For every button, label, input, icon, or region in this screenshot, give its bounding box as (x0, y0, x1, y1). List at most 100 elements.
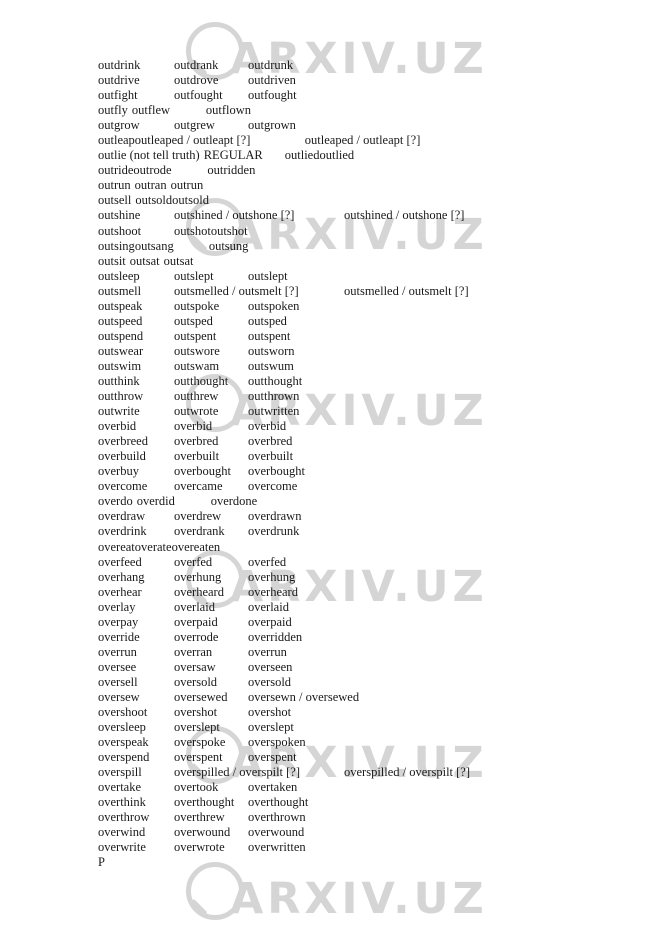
verb-past: overtook (174, 780, 219, 795)
verb-base: overlay (98, 599, 136, 614)
verb-participle: outsped (248, 313, 287, 328)
page-root: { "document": { "type": "scanned-text-pa… (0, 0, 661, 935)
verb-past: overbuilt (174, 449, 220, 464)
verb-past: overhung (174, 569, 222, 584)
magnifier-icon (182, 862, 256, 936)
verb-row: overhear overheard overheard (98, 585, 638, 600)
verb-participle: outthrown (248, 389, 300, 404)
verb-past: outdrove (174, 73, 219, 88)
verb-row: outspeak outspoke outspoken (98, 299, 638, 314)
verb-participle: outlied (284, 148, 320, 163)
verb-base: outswear (98, 343, 144, 358)
verb-participle: oversold (248, 674, 292, 689)
verb-participle: overspoken (248, 735, 306, 750)
verb-row: outshoot outshotoutshot (98, 224, 638, 239)
verb-past: REGULAR (203, 148, 263, 163)
verb-past: outsmelled / outsmelt [?] (174, 283, 299, 298)
verb-participle: overwritten (248, 840, 306, 855)
verb-past: overran (174, 644, 213, 659)
verb-base: overspill (98, 765, 142, 780)
verb-past: outdrank (174, 58, 219, 72)
verb-row: overbreed overbred overbred (98, 434, 638, 449)
verb-row: outspeed outsped outsped (98, 314, 638, 329)
verb-row: outswim outswam outswum (98, 359, 638, 374)
verb-past: outwrote (174, 404, 219, 419)
verb-past: outsped (174, 313, 213, 328)
verb-base: outlie (not tell truth) (98, 148, 200, 163)
verb-past: overfed (174, 554, 213, 569)
verb-table: outdrink outdrank outdrunk outdrive outdrove… (98, 58, 638, 871)
verb-row: overspill overspilled / overspilt [?] over… (98, 765, 638, 780)
verb-participle: outswum (248, 358, 294, 373)
verb-base: overeat (98, 539, 135, 554)
section-letter: P (98, 855, 105, 870)
verb-base: overdo (98, 494, 133, 509)
verb-base: outsmell (98, 283, 142, 298)
verb-row: overthrow overthrew overthrown (98, 810, 638, 825)
verb-participle: overhung (248, 569, 296, 584)
verb-past: overwrote (174, 840, 225, 855)
verb-participle: outwritten (248, 404, 300, 419)
verb-row: outlie (not tell truth) REGULAR outliedout… (98, 148, 638, 163)
verb-row: override overrode overridden (98, 630, 638, 645)
verb-participle: overlaid (248, 599, 289, 614)
verb-past: overpaid (174, 614, 218, 629)
verb-past: overdrank (174, 524, 225, 539)
verb-row: overlay overlaid overlaid (98, 600, 638, 615)
verb-row: overspend overspent overspent (98, 750, 638, 765)
verb-participle: overdrunk (248, 524, 300, 539)
verb-participle: overthrown (248, 810, 306, 825)
verb-participle: outshined / outshone [?] (344, 208, 465, 223)
verb-base: oversew (98, 689, 140, 704)
verb-base: overcome (98, 479, 148, 494)
verb-past: oversaw (174, 659, 216, 674)
verb-participle: overspilled / overspilt [?] (344, 765, 471, 780)
verb-row: oversew oversewed oversewn / oversewed (98, 690, 638, 705)
verb-participle: overthought (248, 795, 309, 810)
verb-base: overhear (98, 584, 142, 599)
verb-participle: outflown (205, 103, 251, 118)
verb-base: overdrink (98, 524, 147, 539)
verb-participle: outsold (172, 193, 209, 208)
verb-participle: outspent (248, 328, 291, 343)
verb-base: outfly (98, 103, 128, 118)
verb-past: outleaped / outleapt [?] (134, 133, 251, 148)
verb-row: overdrink overdrank overdrunk (98, 524, 638, 539)
verb-row: overbid overbid overbid (98, 419, 638, 434)
verb-past: outshot (174, 223, 211, 238)
verb-row: overthink overthought overthought (98, 795, 638, 810)
verb-base: overthink (98, 795, 146, 810)
verb-row: outfight outfought outfought (98, 88, 638, 103)
verb-row: outrun outran outrun (98, 178, 638, 193)
verb-past: outsat (129, 253, 160, 268)
verb-base: outsell (98, 193, 132, 208)
verb-participle: outsat (163, 253, 194, 268)
verb-participle: outfought (248, 88, 297, 103)
verb-participle: outgrown (248, 118, 296, 133)
verb-base: overbuy (98, 464, 139, 479)
verb-row: outsmell outsmelled / outsmelt [?] outsmel… (98, 284, 638, 299)
verb-row: outthrow outthrew outthrown (98, 389, 638, 404)
verb-participle: overpaid (248, 614, 292, 629)
verb-base: oversee (98, 659, 137, 674)
verb-base: overwrite (98, 840, 146, 855)
verb-participle: outslept (248, 268, 288, 283)
verb-row: overpay overpaid overpaid (98, 615, 638, 630)
verb-row: outshine outshined / outshone [?] outshine… (98, 208, 638, 223)
verb-base: overbid (98, 419, 137, 434)
verb-row: overhang overhung overhung (98, 570, 638, 585)
verb-participle: outdriven (248, 73, 296, 88)
verb-past: outflew (131, 103, 171, 118)
verb-participle: overheard (248, 584, 298, 599)
verb-row: overfeed overfed overfed (98, 555, 638, 570)
verb-base: overpay (98, 614, 139, 629)
verb-participle: overbought (248, 464, 305, 479)
verb-row: outsingoutsang outsung (98, 239, 638, 254)
verb-past: overslept (174, 720, 220, 735)
verb-past: overheard (174, 584, 224, 599)
verb-participle: overrun (248, 644, 287, 659)
verb-base: outshine (98, 208, 141, 223)
verb-rows: outdrink outdrank outdrunk outdrive outdrove… (98, 58, 638, 855)
verb-base: outthink (98, 373, 140, 388)
verb-row: oversee oversaw overseen (98, 660, 638, 675)
